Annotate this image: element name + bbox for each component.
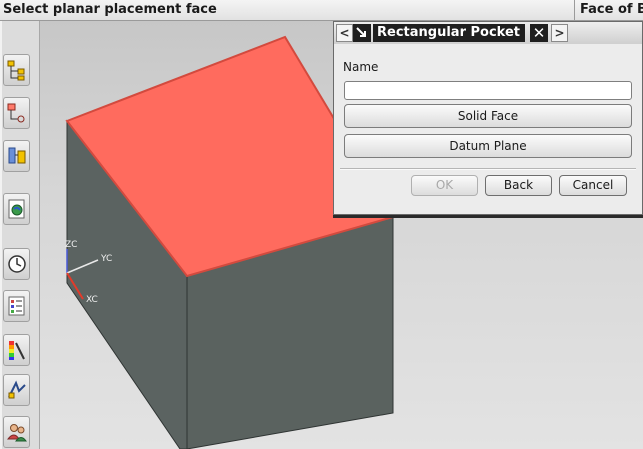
history-button[interactable] xyxy=(3,248,30,280)
resource-bar-edge xyxy=(0,21,2,449)
close-icon[interactable]: ✕ xyxy=(530,24,548,42)
visualization-button[interactable] xyxy=(3,334,30,366)
name-label: Name xyxy=(343,60,379,74)
constraint-navigator-icon xyxy=(8,147,26,164)
dialog-title-bar: < Rectangular Pocket ✕ > xyxy=(334,22,642,44)
roles-button[interactable] xyxy=(3,416,30,448)
system-materials-icon xyxy=(8,296,25,316)
back-button[interactable]: Back xyxy=(485,175,552,196)
cancel-button[interactable]: Cancel xyxy=(559,175,627,196)
status-prompt: Select planar placement face xyxy=(3,2,217,17)
selection-info: Face of Bl xyxy=(580,2,643,17)
pin-arrow-icon[interactable] xyxy=(353,24,371,42)
ok-button[interactable]: OK xyxy=(411,175,478,196)
rectangular-pocket-dialog: < Rectangular Pocket ✕ > Name Solid Face… xyxy=(333,21,643,215)
xc-label: XC xyxy=(86,295,98,305)
dialog-separator xyxy=(340,168,636,170)
status-bar: Select planar placement face Face of Bl xyxy=(0,0,643,21)
web-browser-button[interactable] xyxy=(3,193,30,225)
assembly-navigator-button[interactable] xyxy=(3,54,30,86)
web-browser-icon xyxy=(8,199,25,219)
roles-icon xyxy=(6,424,27,442)
yc-label: YC xyxy=(100,254,112,264)
zc-label: ZC xyxy=(65,240,77,250)
history-icon xyxy=(8,255,26,273)
solid-face-button[interactable]: Solid Face xyxy=(344,104,632,128)
assembly-navigator-icon xyxy=(7,60,25,81)
constraint-navigator-button[interactable] xyxy=(3,140,30,172)
name-field[interactable] xyxy=(344,81,632,100)
dialog-title-block: Rectangular Pocket xyxy=(373,24,525,42)
dialog-back-nav-button[interactable]: < xyxy=(336,24,353,42)
dialog-title: Rectangular Pocket xyxy=(377,25,520,40)
datum-plane-button[interactable]: Datum Plane xyxy=(344,134,632,158)
status-divider xyxy=(574,0,575,21)
dialog-forward-nav-button[interactable]: > xyxy=(551,24,568,42)
visualization-icon xyxy=(9,341,25,360)
part-navigator-icon xyxy=(7,103,25,123)
process-studio-button[interactable] xyxy=(3,374,30,406)
system-materials-button[interactable] xyxy=(3,290,30,322)
process-studio-icon xyxy=(8,380,26,399)
part-navigator-button[interactable] xyxy=(3,97,30,129)
